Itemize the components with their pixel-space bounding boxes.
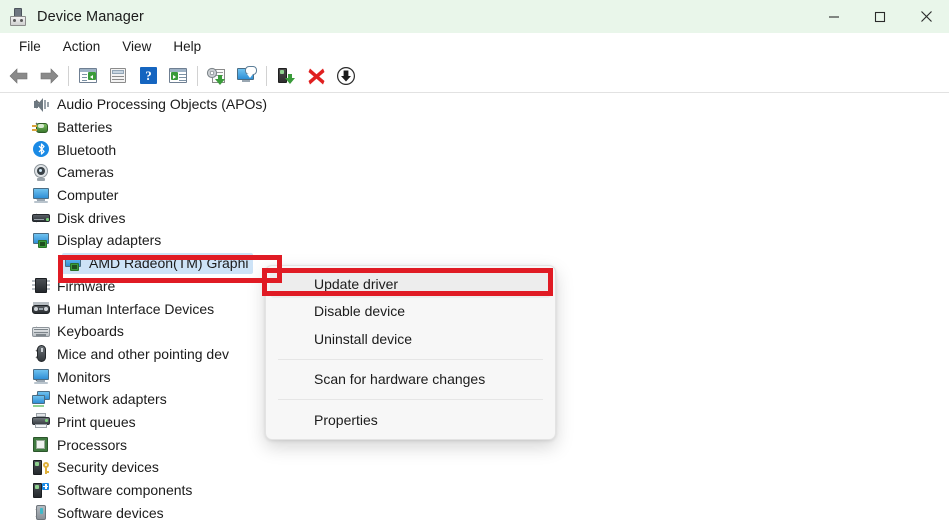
show-hide-console-tree-icon[interactable] <box>73 62 103 90</box>
camera-icon <box>32 163 50 181</box>
properties-icon[interactable] <box>103 62 133 90</box>
tree-row-label: Batteries <box>57 119 113 136</box>
bluetooth-icon <box>32 141 50 158</box>
window-title: Device Manager <box>37 8 144 25</box>
hid-icon <box>32 300 50 317</box>
context-menu-item-scan-for-hardware-changes[interactable]: Scan for hardware changes <box>270 366 551 394</box>
tree-row[interactable]: Software devices <box>0 501 949 524</box>
battery-icon <box>32 119 50 136</box>
tree-row-label: Security devices <box>57 459 159 476</box>
context-menu-item-disable-device[interactable]: Disable device <box>270 298 551 326</box>
forward-icon[interactable] <box>34 62 64 90</box>
window-controls <box>811 0 949 33</box>
tree-row-label: Print queues <box>57 413 136 430</box>
tree-row-label: Firmware <box>57 277 116 294</box>
tree-row[interactable]: Cameras <box>0 161 949 184</box>
context-menu-separator <box>278 399 543 400</box>
details-view-icon[interactable] <box>163 62 193 90</box>
tree-row-label: Processors <box>57 436 128 453</box>
tree-row-label: Display adapters <box>57 232 162 249</box>
context-menu[interactable]: Update driver Disable device Uninstall d… <box>265 265 556 440</box>
menu-view[interactable]: View <box>111 36 162 57</box>
tree-row-label: Bluetooth <box>57 141 117 158</box>
download-icon[interactable] <box>331 62 361 90</box>
tree-row-label: Software components <box>57 482 193 499</box>
menu-file[interactable]: File <box>8 36 52 57</box>
device-manager-window: Device Manager File Action View Help ? A… <box>0 0 949 525</box>
context-menu-item-uninstall-device[interactable]: Uninstall device <box>270 325 551 353</box>
tree-row[interactable]: Display adapters <box>0 229 949 252</box>
keyboard-icon <box>32 323 50 340</box>
menu-action[interactable]: Action <box>52 36 112 57</box>
toolbar: ? <box>0 59 949 93</box>
tree-row-label: Monitors <box>57 368 111 385</box>
help-icon[interactable]: ? <box>133 62 163 90</box>
tree-row-label: Audio Processing Objects (APOs) <box>57 96 268 113</box>
software-device-icon <box>32 504 50 521</box>
tree-row[interactable]: Security devices <box>0 456 949 479</box>
context-menu-item-properties[interactable]: Properties <box>270 406 551 434</box>
tree-row-label: Network adapters <box>57 391 167 408</box>
toolbar-separator <box>197 66 198 86</box>
disk-drive-icon <box>32 209 50 226</box>
tree-row[interactable]: Batteries <box>0 116 949 139</box>
tree-row[interactable]: Computer <box>0 184 949 207</box>
tree-row[interactable]: Software components <box>0 479 949 502</box>
tree-row-label: Mice and other pointing dev <box>57 345 229 362</box>
speaker-icon <box>32 96 50 113</box>
firmware-icon <box>32 277 50 294</box>
processor-icon <box>32 436 50 453</box>
tree-row-label: Computer <box>57 187 119 204</box>
close-button[interactable] <box>903 0 949 33</box>
toolbar-separator <box>266 66 267 86</box>
menu-bar: File Action View Help <box>0 33 949 59</box>
minimize-button[interactable] <box>811 0 857 33</box>
display-adapter-icon <box>64 255 82 272</box>
maximize-button[interactable] <box>857 0 903 33</box>
software-component-icon <box>32 482 50 499</box>
title-bar: Device Manager <box>0 0 949 33</box>
tree-row-label: Disk drives <box>57 209 126 226</box>
context-menu-separator <box>278 358 543 360</box>
back-icon[interactable] <box>4 62 34 90</box>
tree-row-label: Human Interface Devices <box>57 300 215 317</box>
uninstall-device-icon[interactable] <box>301 62 331 90</box>
tree-row-label: Cameras <box>57 164 114 181</box>
device-manager-icon <box>8 7 28 27</box>
enable-device-icon[interactable] <box>271 62 301 90</box>
tree-row[interactable]: Disk drives <box>0 206 949 229</box>
toolbar-separator <box>68 66 69 86</box>
tree-row[interactable]: Audio Processing Objects (APOs) <box>0 93 949 116</box>
menu-help[interactable]: Help <box>162 36 212 57</box>
tree-row[interactable]: Bluetooth <box>0 138 949 161</box>
scan-for-hardware-changes-icon[interactable] <box>232 62 262 90</box>
tree-row-label: Software devices <box>57 504 164 521</box>
tree-row-label: Keyboards <box>57 323 124 340</box>
display-adapter-icon <box>32 232 50 249</box>
network-adapter-icon <box>32 390 50 408</box>
update-driver-icon[interactable] <box>202 62 232 90</box>
tree-row-label: AMD Radeon(TM) Graphi <box>89 255 249 272</box>
computer-icon <box>32 187 50 204</box>
monitor-icon <box>32 368 50 385</box>
printer-icon <box>32 413 50 430</box>
security-device-icon <box>32 459 50 476</box>
mouse-icon <box>32 345 50 363</box>
context-menu-item-update-driver[interactable]: Update driver <box>270 270 551 298</box>
